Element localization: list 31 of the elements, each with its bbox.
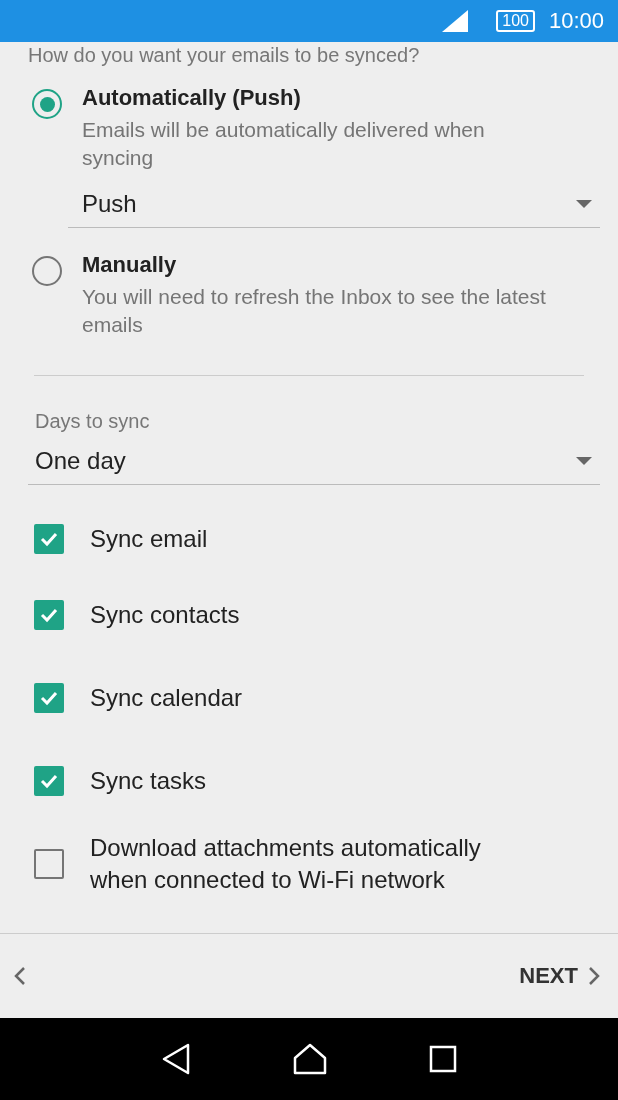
option-description: Emails will be automatically delivered when syncing [82,117,486,171]
checkbox-label: Sync contacts [90,599,240,630]
checkbox[interactable] [34,848,64,879]
days-dropdown[interactable]: One day [28,439,600,485]
clock-time: 10:00 [548,8,604,34]
checkbox[interactable] [34,682,64,713]
checkbox-label: Download attachments automatically when connected to Wi-Fi network [90,832,482,895]
chevron-right-icon [588,966,600,986]
radio-button[interactable] [32,256,62,286]
next-button[interactable]: NEXT [515,959,604,993]
back-chevron-icon[interactable] [14,966,26,986]
checkbox-label: Sync tasks [90,765,207,796]
back-icon[interactable] [161,1043,191,1075]
checkbox[interactable] [34,599,64,630]
checkbox-label: Sync calendar [90,682,243,713]
checkbox[interactable] [34,524,64,554]
signal-icon [442,10,469,32]
battery-indicator: 100 [496,10,535,32]
section-heading: How do you want your emails to be synced? [28,44,421,67]
checkbox[interactable] [34,765,64,796]
dropdown-arrow-icon [576,457,592,465]
option-title: Automatically (Push) [82,85,302,111]
checkbox-label: Sync email [90,524,208,554]
home-icon[interactable] [293,1043,327,1075]
radio-button[interactable] [32,89,62,119]
option-title: Manually [82,252,178,278]
push-dropdown[interactable]: Push [68,182,600,228]
option-description: You will need to refresh the Inbox to see the latest emails [82,284,547,338]
dropdown-arrow-icon [576,200,592,208]
recents-icon[interactable] [429,1045,457,1073]
field-label: Days to sync [34,410,151,433]
